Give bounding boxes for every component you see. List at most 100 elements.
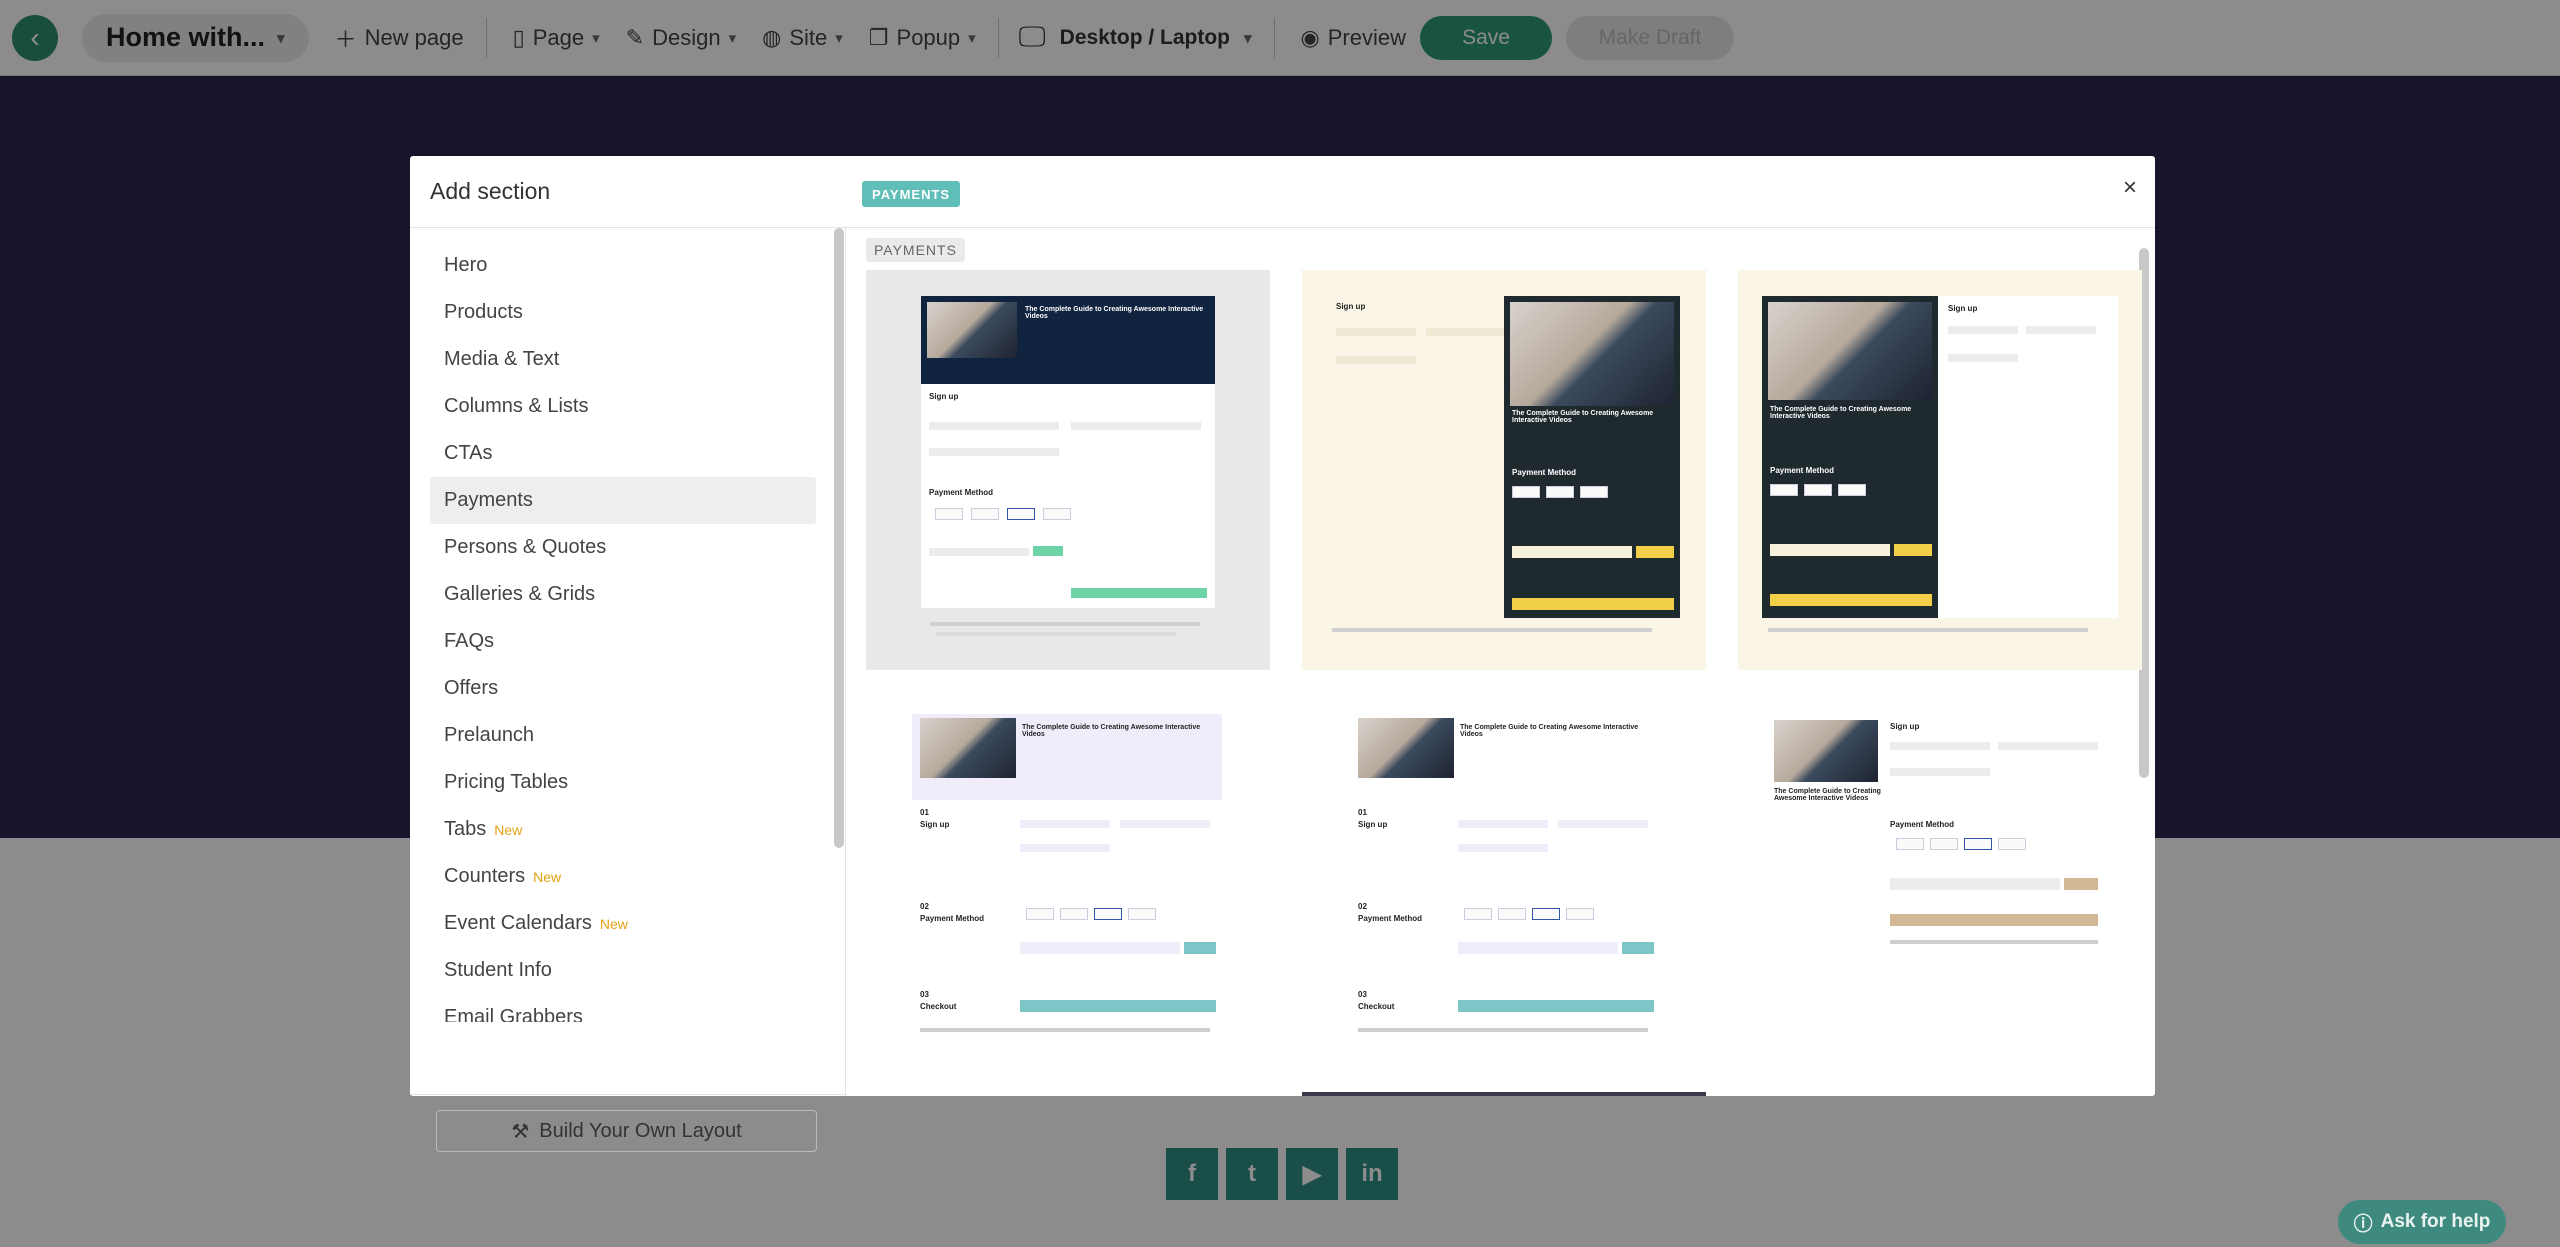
preview-field bbox=[1998, 742, 2098, 750]
preview-pay-option bbox=[1838, 484, 1866, 496]
sidebar-item-email-grabbers[interactable]: Email Grabbers bbox=[430, 994, 816, 1022]
template-card[interactable]: The Complete Guide to Creating Awesome I… bbox=[866, 270, 1270, 670]
template-card[interactable]: Sign up The Complete Guide to Creating A… bbox=[1302, 270, 1706, 670]
sidebar-item-galleries-grids[interactable]: Galleries & Grids bbox=[430, 571, 816, 618]
preview-pay-option bbox=[1060, 908, 1088, 920]
preview-field bbox=[1336, 328, 1416, 336]
preview-field bbox=[1512, 546, 1632, 558]
sidebar-item-faqs[interactable]: FAQs bbox=[430, 618, 816, 665]
sidebar-item-label: FAQs bbox=[444, 630, 495, 652]
preview-buy-bar bbox=[1020, 1000, 1216, 1012]
preview-guarantee bbox=[1890, 940, 2098, 944]
preview-signup: Sign up bbox=[920, 820, 950, 829]
sidebar-item-persons-quotes[interactable]: Persons & Quotes bbox=[430, 524, 816, 571]
template-card[interactable]: The Complete Guide to Creating Awesome I… bbox=[1738, 702, 2142, 1096]
preview-field bbox=[1020, 820, 1110, 828]
preview-title: The Complete Guide to Creating Awesome I… bbox=[1512, 410, 1654, 424]
sidebar-scrollbar[interactable] bbox=[834, 228, 844, 848]
hammer-icon: ⚒ bbox=[511, 1120, 530, 1143]
preview-signup: Sign up bbox=[929, 392, 959, 401]
template-card[interactable]: The Complete Guide to Creating Awesome I… bbox=[1738, 270, 2142, 670]
sidebar-item-ctas[interactable]: CTAs bbox=[430, 430, 816, 477]
preview-signup: Sign up bbox=[1948, 304, 1978, 313]
preview-pay-option bbox=[1998, 838, 2026, 850]
sidebar-item-prelaunch[interactable]: Prelaunch bbox=[430, 712, 816, 759]
preview-field bbox=[1948, 354, 2018, 362]
preview-field bbox=[1020, 844, 1110, 852]
sidebar-item-offers[interactable]: Offers bbox=[430, 665, 816, 712]
preview-photo bbox=[1774, 720, 1878, 782]
section-heading-tag: PAYMENTS bbox=[866, 238, 965, 262]
preview-step: 03 bbox=[1358, 990, 1367, 999]
modal-header: Add section PAYMENTS × bbox=[410, 156, 2155, 228]
sidebar-item-label: CTAs bbox=[444, 442, 493, 464]
sidebar-item-label: Columns & Lists bbox=[444, 395, 589, 417]
preview-field bbox=[1071, 422, 1201, 430]
sidebar-item-products[interactable]: Products bbox=[430, 289, 816, 336]
preview-field bbox=[1426, 328, 1506, 336]
preview-buy-bar bbox=[1071, 588, 1207, 598]
preview-pay-option bbox=[1566, 908, 1594, 920]
help-icon: ⓘ bbox=[2353, 1213, 2373, 1235]
preview-signup: Sign up bbox=[1890, 722, 1920, 731]
preview-payment-method: Payment Method bbox=[1770, 466, 1835, 475]
preview-title: The Complete Guide to Creating Awesome I… bbox=[1022, 724, 1201, 738]
preview-pay-option bbox=[1043, 508, 1071, 520]
template-preview: The Complete Guide to Creating Awesome I… bbox=[1504, 296, 1680, 618]
sidebar-item-label: Email Grabbers bbox=[444, 1006, 583, 1022]
category-list: Hero Products Media & Text Columns & Lists C… bbox=[430, 242, 816, 1022]
close-icon[interactable]: × bbox=[2123, 174, 2137, 202]
sidebar-item-label: Tabs bbox=[444, 818, 487, 840]
template-card[interactable]: The Complete Guide to Creating Awesome I… bbox=[1302, 702, 1706, 1096]
sidebar-item-columns-lists[interactable]: Columns & Lists bbox=[430, 383, 816, 430]
preview-field bbox=[929, 448, 1059, 456]
preview-field bbox=[1558, 820, 1648, 828]
preview-field bbox=[1458, 844, 1548, 852]
sidebar-item-tabs[interactable]: Tabs New bbox=[430, 806, 816, 853]
preview-pay-option bbox=[1896, 838, 1924, 850]
sidebar-item-label: Hero bbox=[444, 254, 488, 276]
build-your-own-layout-button[interactable]: ⚒ Build Your Own Layout bbox=[436, 1110, 817, 1152]
preview-photo bbox=[927, 302, 1017, 358]
sidebar-item-label: Student Info bbox=[444, 959, 552, 981]
preview-apply bbox=[1184, 942, 1216, 954]
preview-step: 02 bbox=[1358, 902, 1367, 911]
preview-apply bbox=[1636, 546, 1674, 558]
preview-title: The Complete Guide to Creating Awesome I… bbox=[1025, 306, 1204, 320]
preview-payment-method: Payment Method bbox=[1890, 820, 1955, 829]
preview-field bbox=[1948, 326, 2018, 334]
sidebar-item-counters[interactable]: Counters New bbox=[430, 853, 816, 900]
sidebar-item-payments[interactable]: Payments bbox=[430, 477, 816, 524]
build-your-own-label: Build Your Own Layout bbox=[539, 1119, 742, 1142]
preview-payment-method: Payment Method bbox=[1358, 914, 1423, 923]
preview-pay-option bbox=[1770, 484, 1798, 496]
preview-title: The Complete Guide to Creating Awesome I… bbox=[1774, 788, 1881, 802]
preview-apply bbox=[2064, 878, 2098, 890]
sidebar-item-label: Persons & Quotes bbox=[444, 536, 607, 558]
preview-pay-option bbox=[1512, 486, 1540, 498]
preview-field bbox=[1890, 878, 2060, 890]
preview-field bbox=[1336, 356, 1416, 364]
sidebar-item-event-calendars[interactable]: Event Calendars New bbox=[430, 900, 816, 947]
sidebar-item-pricing-tables[interactable]: Pricing Tables bbox=[430, 759, 816, 806]
sidebar-item-label: Products bbox=[444, 301, 523, 323]
sidebar-item-hero[interactable]: Hero bbox=[430, 242, 816, 289]
sidebar-item-label: Pricing Tables bbox=[444, 771, 569, 793]
preview-guarantee bbox=[930, 622, 1200, 626]
preview-buy-bar bbox=[1512, 598, 1674, 610]
template-preview: The Complete Guide to Creating Awesome I… bbox=[921, 296, 1215, 608]
preview-pay-option bbox=[1026, 908, 1054, 920]
preview-pay-option bbox=[1930, 838, 1958, 850]
preview-field bbox=[929, 422, 1059, 430]
preview-apply bbox=[1894, 544, 1932, 556]
sidebar-item-student-info[interactable]: Student Info bbox=[430, 947, 816, 994]
template-card[interactable]: The Complete Guide to Creating Awesome I… bbox=[866, 702, 1270, 1096]
preview-apply bbox=[1622, 942, 1654, 954]
help-label: Ask for help bbox=[2380, 1211, 2491, 1232]
sidebar-item-media-text[interactable]: Media & Text bbox=[430, 336, 816, 383]
preview-payment-method: Payment Method bbox=[929, 488, 994, 497]
preview-apply bbox=[1033, 546, 1063, 556]
ask-for-help-button[interactable]: ⓘ Ask for help bbox=[2338, 1200, 2506, 1244]
preview-photo bbox=[1358, 718, 1454, 778]
template-preview: The Complete Guide to Creating Awesome I… bbox=[1762, 296, 2118, 618]
